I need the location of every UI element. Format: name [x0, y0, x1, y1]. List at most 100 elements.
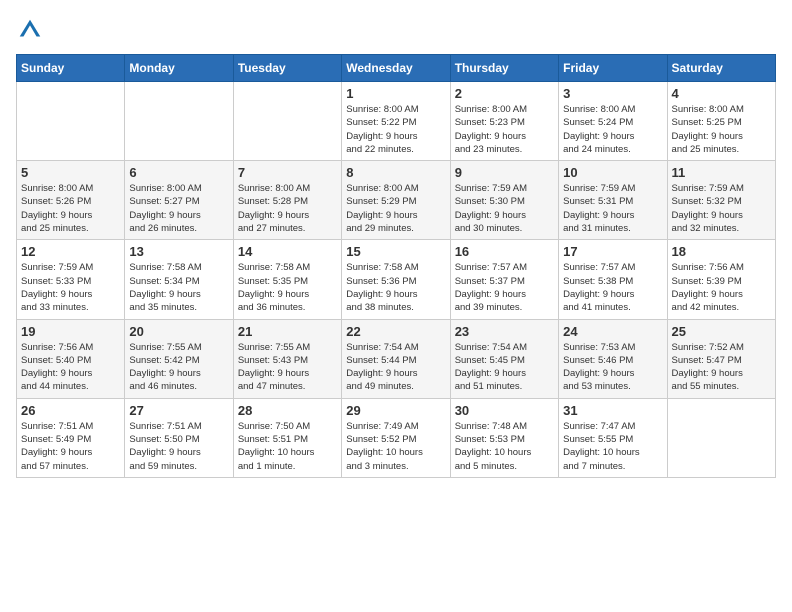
day-number: 26 — [21, 403, 120, 418]
calendar-cell — [667, 398, 775, 477]
day-number: 4 — [672, 86, 771, 101]
calendar-cell: 16 Sunrise: 7:57 AM Sunset: 5:37 PM Dayli… — [450, 240, 558, 319]
day-number: 23 — [455, 324, 554, 339]
day-info: Sunrise: 8:00 AM Sunset: 5:22 PM Dayligh… — [346, 103, 445, 156]
day-info: Sunrise: 7:57 AM Sunset: 5:38 PM Dayligh… — [563, 261, 662, 314]
calendar-cell: 9 Sunrise: 7:59 AM Sunset: 5:30 PM Daylig… — [450, 161, 558, 240]
day-info: Sunrise: 8:00 AM Sunset: 5:23 PM Dayligh… — [455, 103, 554, 156]
day-number: 5 — [21, 165, 120, 180]
day-info: Sunrise: 8:00 AM Sunset: 5:28 PM Dayligh… — [238, 182, 337, 235]
day-number: 24 — [563, 324, 662, 339]
calendar-cell: 5 Sunrise: 8:00 AM Sunset: 5:26 PM Daylig… — [17, 161, 125, 240]
day-number: 6 — [129, 165, 228, 180]
calendar-cell: 14 Sunrise: 7:58 AM Sunset: 5:35 PM Dayli… — [233, 240, 341, 319]
calendar-cell — [125, 82, 233, 161]
day-info: Sunrise: 7:55 AM Sunset: 5:43 PM Dayligh… — [238, 341, 337, 394]
calendar-cell: 19 Sunrise: 7:56 AM Sunset: 5:40 PM Dayli… — [17, 319, 125, 398]
logo-icon — [16, 16, 44, 44]
day-number: 9 — [455, 165, 554, 180]
day-number: 7 — [238, 165, 337, 180]
day-info: Sunrise: 7:59 AM Sunset: 5:30 PM Dayligh… — [455, 182, 554, 235]
day-number: 11 — [672, 165, 771, 180]
day-info: Sunrise: 7:56 AM Sunset: 5:39 PM Dayligh… — [672, 261, 771, 314]
day-info: Sunrise: 7:59 AM Sunset: 5:33 PM Dayligh… — [21, 261, 120, 314]
calendar-cell: 2 Sunrise: 8:00 AM Sunset: 5:23 PM Daylig… — [450, 82, 558, 161]
weekday-header-monday: Monday — [125, 55, 233, 82]
day-info: Sunrise: 7:54 AM Sunset: 5:44 PM Dayligh… — [346, 341, 445, 394]
logo — [16, 16, 48, 44]
calendar-cell: 28 Sunrise: 7:50 AM Sunset: 5:51 PM Dayli… — [233, 398, 341, 477]
calendar-cell: 20 Sunrise: 7:55 AM Sunset: 5:42 PM Dayli… — [125, 319, 233, 398]
day-info: Sunrise: 8:00 AM Sunset: 5:24 PM Dayligh… — [563, 103, 662, 156]
calendar-cell: 3 Sunrise: 8:00 AM Sunset: 5:24 PM Daylig… — [559, 82, 667, 161]
calendar-week-row: 5 Sunrise: 8:00 AM Sunset: 5:26 PM Daylig… — [17, 161, 776, 240]
calendar-week-row: 26 Sunrise: 7:51 AM Sunset: 5:49 PM Dayli… — [17, 398, 776, 477]
day-info: Sunrise: 8:00 AM Sunset: 5:26 PM Dayligh… — [21, 182, 120, 235]
day-number: 30 — [455, 403, 554, 418]
day-number: 13 — [129, 244, 228, 259]
calendar-cell: 24 Sunrise: 7:53 AM Sunset: 5:46 PM Dayli… — [559, 319, 667, 398]
calendar-cell: 7 Sunrise: 8:00 AM Sunset: 5:28 PM Daylig… — [233, 161, 341, 240]
calendar-cell: 21 Sunrise: 7:55 AM Sunset: 5:43 PM Dayli… — [233, 319, 341, 398]
day-number: 2 — [455, 86, 554, 101]
day-info: Sunrise: 7:59 AM Sunset: 5:32 PM Dayligh… — [672, 182, 771, 235]
calendar-cell: 22 Sunrise: 7:54 AM Sunset: 5:44 PM Dayli… — [342, 319, 450, 398]
day-number: 28 — [238, 403, 337, 418]
day-info: Sunrise: 7:49 AM Sunset: 5:52 PM Dayligh… — [346, 420, 445, 473]
calendar-cell: 8Sunrise: 8:00 AM Sunset: 5:29 PM Daylig… — [342, 161, 450, 240]
day-info: Sunrise: 7:51 AM Sunset: 5:49 PM Dayligh… — [21, 420, 120, 473]
day-number: 19 — [21, 324, 120, 339]
day-number: 16 — [455, 244, 554, 259]
calendar-cell — [17, 82, 125, 161]
calendar-cell: 1 Sunrise: 8:00 AM Sunset: 5:22 PM Daylig… — [342, 82, 450, 161]
calendar-cell: 6 Sunrise: 8:00 AM Sunset: 5:27 PM Daylig… — [125, 161, 233, 240]
day-number: 14 — [238, 244, 337, 259]
day-number: 22 — [346, 324, 445, 339]
day-info: Sunrise: 7:57 AM Sunset: 5:37 PM Dayligh… — [455, 261, 554, 314]
calendar-cell: 10Sunrise: 7:59 AM Sunset: 5:31 PM Dayli… — [559, 161, 667, 240]
weekday-header-saturday: Saturday — [667, 55, 775, 82]
day-number: 29 — [346, 403, 445, 418]
calendar-cell: 15Sunrise: 7:58 AM Sunset: 5:36 PM Dayli… — [342, 240, 450, 319]
day-number: 15 — [346, 244, 445, 259]
day-info: Sunrise: 7:58 AM Sunset: 5:34 PM Dayligh… — [129, 261, 228, 314]
day-number: 31 — [563, 403, 662, 418]
day-info: Sunrise: 7:58 AM Sunset: 5:35 PM Dayligh… — [238, 261, 337, 314]
day-number: 1 — [346, 86, 445, 101]
calendar-week-row: 12Sunrise: 7:59 AM Sunset: 5:33 PM Dayli… — [17, 240, 776, 319]
day-info: Sunrise: 7:47 AM Sunset: 5:55 PM Dayligh… — [563, 420, 662, 473]
day-info: Sunrise: 7:51 AM Sunset: 5:50 PM Dayligh… — [129, 420, 228, 473]
day-number: 8 — [346, 165, 445, 180]
day-info: Sunrise: 7:48 AM Sunset: 5:53 PM Dayligh… — [455, 420, 554, 473]
day-number: 3 — [563, 86, 662, 101]
day-number: 25 — [672, 324, 771, 339]
calendar-cell: 27 Sunrise: 7:51 AM Sunset: 5:50 PM Dayli… — [125, 398, 233, 477]
calendar-header-row: SundayMondayTuesdayWednesdayThursdayFrid… — [17, 55, 776, 82]
day-info: Sunrise: 8:00 AM Sunset: 5:25 PM Dayligh… — [672, 103, 771, 156]
calendar-cell: 26 Sunrise: 7:51 AM Sunset: 5:49 PM Dayli… — [17, 398, 125, 477]
weekday-header-friday: Friday — [559, 55, 667, 82]
calendar-week-row: 1 Sunrise: 8:00 AM Sunset: 5:22 PM Daylig… — [17, 82, 776, 161]
day-info: Sunrise: 7:55 AM Sunset: 5:42 PM Dayligh… — [129, 341, 228, 394]
day-info: Sunrise: 7:54 AM Sunset: 5:45 PM Dayligh… — [455, 341, 554, 394]
calendar-cell: 13 Sunrise: 7:58 AM Sunset: 5:34 PM Dayli… — [125, 240, 233, 319]
calendar-table: SundayMondayTuesdayWednesdayThursdayFrid… — [16, 54, 776, 478]
day-number: 18 — [672, 244, 771, 259]
day-number: 17 — [563, 244, 662, 259]
weekday-header-thursday: Thursday — [450, 55, 558, 82]
calendar-cell: 18 Sunrise: 7:56 AM Sunset: 5:39 PM Dayli… — [667, 240, 775, 319]
calendar-cell: 4 Sunrise: 8:00 AM Sunset: 5:25 PM Daylig… — [667, 82, 775, 161]
calendar-week-row: 19 Sunrise: 7:56 AM Sunset: 5:40 PM Dayli… — [17, 319, 776, 398]
weekday-header-tuesday: Tuesday — [233, 55, 341, 82]
calendar-cell: 31 Sunrise: 7:47 AM Sunset: 5:55 PM Dayli… — [559, 398, 667, 477]
day-info: Sunrise: 7:50 AM Sunset: 5:51 PM Dayligh… — [238, 420, 337, 473]
calendar-cell: 11 Sunrise: 7:59 AM Sunset: 5:32 PM Dayli… — [667, 161, 775, 240]
day-info: Sunrise: 7:53 AM Sunset: 5:46 PM Dayligh… — [563, 341, 662, 394]
day-number: 21 — [238, 324, 337, 339]
day-info: Sunrise: 8:00 AM Sunset: 5:27 PM Dayligh… — [129, 182, 228, 235]
calendar-cell: 12Sunrise: 7:59 AM Sunset: 5:33 PM Dayli… — [17, 240, 125, 319]
day-info: Sunrise: 7:56 AM Sunset: 5:40 PM Dayligh… — [21, 341, 120, 394]
day-number: 27 — [129, 403, 228, 418]
calendar-cell: 25Sunrise: 7:52 AM Sunset: 5:47 PM Dayli… — [667, 319, 775, 398]
day-number: 20 — [129, 324, 228, 339]
